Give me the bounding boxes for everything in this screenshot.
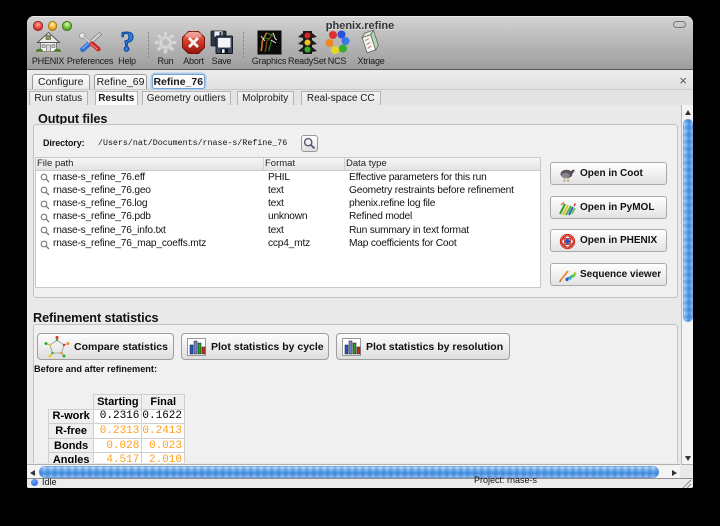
svg-text:?: ? <box>120 29 135 56</box>
